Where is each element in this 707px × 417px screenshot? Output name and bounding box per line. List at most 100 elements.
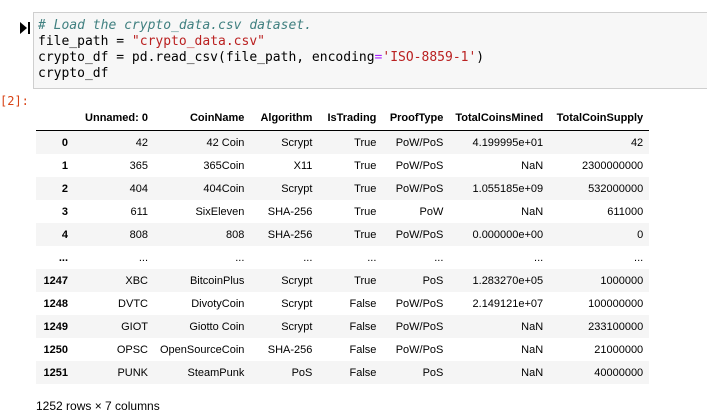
table-cell: SteamPunk <box>187 366 245 379</box>
table-cell: GIOT <box>121 320 148 333</box>
table-cell: SixEleven <box>195 205 245 218</box>
column-header: Unnamed: 0 <box>74 106 154 131</box>
table-cell: 532000000 <box>588 182 644 195</box>
table-cell: ... <box>634 251 644 264</box>
table-cell: 40000000 <box>594 366 644 379</box>
table-cell: SHA-256 <box>267 228 313 241</box>
table-cell: 808 <box>129 228 148 241</box>
table-cell: NaN <box>521 320 544 333</box>
table-cell: True <box>354 205 377 218</box>
table-cell: PoW/PoS <box>395 297 444 310</box>
table-cell: True <box>354 182 377 195</box>
dataframe-table: Unnamed: 0 CoinName Algorithm IsTrading … <box>36 106 650 384</box>
row-index: 1249 <box>43 320 68 333</box>
table-cell: 1.055185e+09 <box>472 182 544 195</box>
table-cell: Scrypt <box>281 136 313 149</box>
table-cell: PoW/PoS <box>395 228 444 241</box>
table-cell: ... <box>434 251 444 264</box>
table-cell: PUNK <box>117 366 148 379</box>
table-cell: False <box>349 366 377 379</box>
table-cell: ... <box>235 251 245 264</box>
table-row: 0 42 42 Coin Scrypt True PoW/PoS 4.199995e+01 4… <box>36 130 650 154</box>
row-index: 0 <box>61 136 68 149</box>
table-cell: True <box>354 136 377 149</box>
table-cell: 2300000000 <box>582 159 644 172</box>
table-cell: NaN <box>521 205 544 218</box>
table-cell: PoS <box>422 366 444 379</box>
table-cell: SHA-256 <box>267 205 313 218</box>
row-index: 1250 <box>43 343 68 356</box>
table-row: 2 404 404Coin Scrypt True PoW/PoS 1.055185e+09… <box>36 177 650 200</box>
table-cell: PoS <box>291 366 313 379</box>
column-header: TotalCoinsMined <box>449 106 550 131</box>
table-cell: 2.149121e+07 <box>472 297 544 310</box>
table-cell: True <box>354 274 377 287</box>
table-cell: 42 <box>630 136 644 149</box>
table-cell: 808 <box>226 228 245 241</box>
table-cell: PoW/PoS <box>395 320 444 333</box>
table-cell: False <box>349 297 377 310</box>
table-cell: 1000000 <box>600 274 644 287</box>
table-cell: SHA-256 <box>267 343 313 356</box>
table-cell: 404Coin <box>203 182 245 195</box>
column-header: Algorithm <box>250 106 319 131</box>
table-cell: ... <box>303 251 313 264</box>
code-line-3: crypto_df = pd.read_csv(file_path, encod… <box>38 50 485 65</box>
table-cell: 365Coin <box>203 159 245 172</box>
table-cell: DivotyCoin <box>191 297 245 310</box>
table-cell: 4.199995e+01 <box>472 136 544 149</box>
column-header <box>36 106 74 131</box>
table-cell: 404 <box>129 182 148 195</box>
column-header: TotalCoinSupply <box>549 106 650 131</box>
table-row: 1 365 365Coin X11 True PoW/PoS NaN 2300000000 <box>36 154 649 177</box>
table-cell: X11 <box>293 159 313 172</box>
table-cell: ... <box>367 251 377 264</box>
table-cell: True <box>354 159 377 172</box>
table-cell: Giotto Coin <box>189 320 245 333</box>
table-row: 1248 DVTC DivotyCoin Scrypt False PoW/PoS 2.14… <box>36 292 649 315</box>
table-cell: 100000000 <box>588 297 644 310</box>
table-cell: False <box>349 320 377 333</box>
column-header: ProofType <box>382 106 450 131</box>
table-row: 4 808 808 SHA-256 True PoW/PoS 0.000000e+00 0 <box>36 223 650 246</box>
table-row: 1250 OPSC OpenSourceCoin SHA-256 False PoW/Po… <box>36 338 649 361</box>
table-cell: PoW/PoS <box>395 182 444 195</box>
row-index: ... <box>58 251 68 264</box>
table-cell: 1.283270e+05 <box>472 274 544 287</box>
table-cell: ... <box>534 251 544 264</box>
column-header: IsTrading <box>318 106 383 131</box>
table-cell: BitcoinPlus <box>189 274 245 287</box>
table-row: 1251 PUNK SteamPunk PoS False PoS NaN 40000000 <box>36 361 650 384</box>
table-cell: PoW/PoS <box>395 343 444 356</box>
row-index: 3 <box>61 205 68 218</box>
code-cell-input[interactable]: # Load the crypto_data.csv dataset. file… <box>33 12 707 89</box>
table-cell: Scrypt <box>281 274 313 287</box>
table-row: 3 611 SixEleven SHA-256 True PoW NaN 611000 <box>36 200 649 223</box>
table-cell: DVTC <box>118 297 148 310</box>
table-cell: 611 <box>130 205 148 218</box>
row-index: 1247 <box>43 274 68 287</box>
table-cell: Scrypt <box>281 297 313 310</box>
table-row: 1247 XBC BitcoinPlus Scrypt True PoS 1.283270e… <box>36 269 650 292</box>
table-cell: PoW <box>419 205 444 218</box>
table-cell: False <box>349 343 377 356</box>
table-cell: ... <box>138 251 148 264</box>
table-cell: Scrypt <box>281 320 313 333</box>
table-header-row: Unnamed: 0 CoinName Algorithm IsTrading … <box>36 106 650 131</box>
table-cell: 21000000 <box>594 343 644 356</box>
table-cell: PoW/PoS <box>395 136 444 149</box>
table-cell: NaN <box>521 159 544 172</box>
output-prompt: [2]: <box>0 94 29 108</box>
row-index: 2 <box>61 182 68 195</box>
dataframe-shape-label: 1252 rows × 7 columns <box>36 399 160 413</box>
table-cell: NaN <box>521 343 544 356</box>
table-cell: OpenSourceCoin <box>160 343 245 356</box>
table-cell: 365 <box>129 159 148 172</box>
table-cell: 0.000000e+00 <box>472 228 544 241</box>
row-index: 1251 <box>43 366 68 379</box>
table-cell: True <box>354 228 377 241</box>
table-cell: 611000 <box>607 205 644 218</box>
run-indicator-icon[interactable] <box>20 21 34 35</box>
code-comment: # Load the crypto_data.csv dataset. <box>38 18 312 33</box>
table-row: 1249 GIOT Giotto Coin Scrypt False PoW/PoS NaN… <box>36 315 650 338</box>
